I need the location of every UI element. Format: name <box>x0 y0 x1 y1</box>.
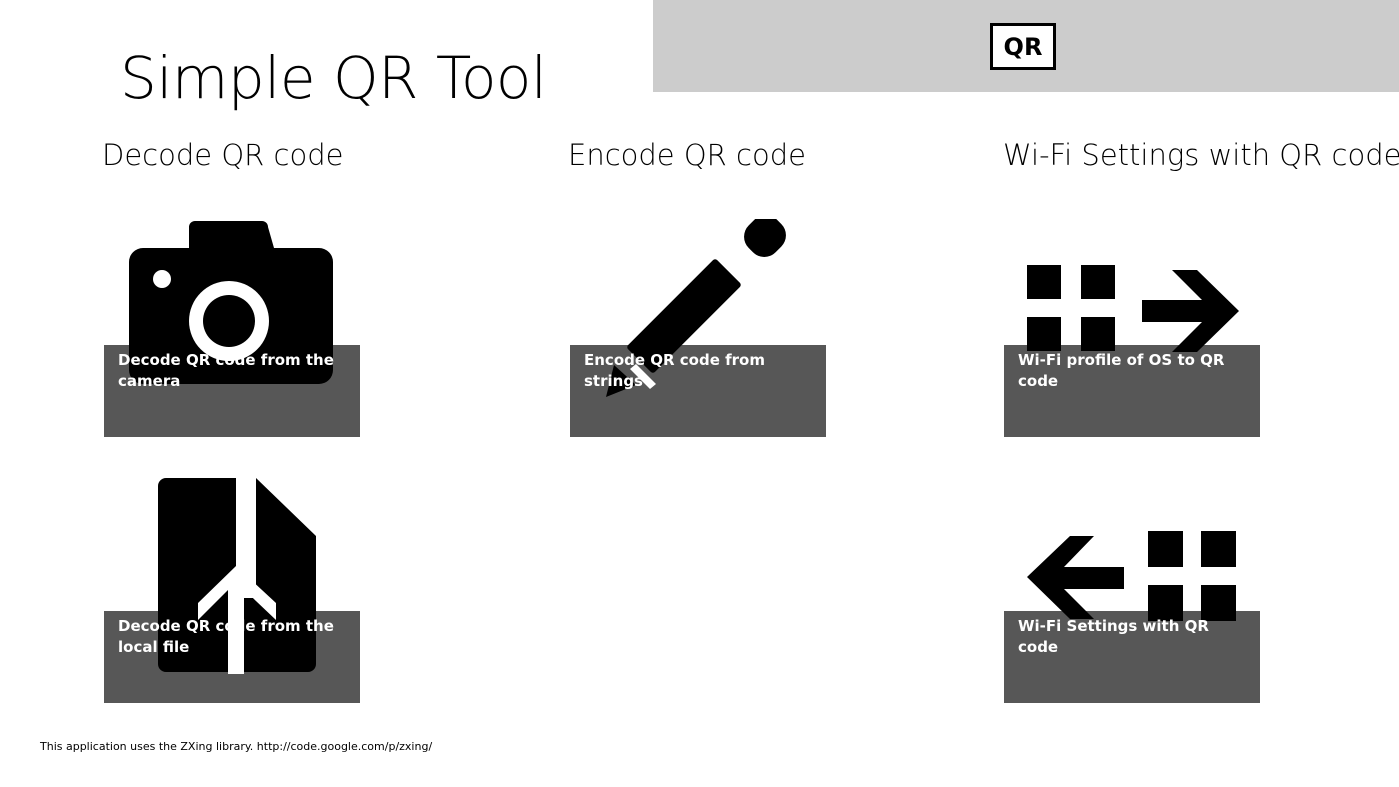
footer-credit: This application uses the ZXing library.… <box>40 740 433 753</box>
app-title: Simple QR Tool <box>120 44 547 112</box>
qr-logo-icon: QR <box>990 23 1056 70</box>
decode-camera-label: Decode QR code from the camera <box>118 351 334 390</box>
arrow-left-grid-icon <box>1027 531 1236 621</box>
grid-arrow-right-icon <box>1027 265 1239 352</box>
section-title-encode: Encode QR code <box>568 138 806 172</box>
section-title-decode: Decode QR code <box>102 138 344 172</box>
encode-strings-label: Encode QR code from strings <box>584 351 765 390</box>
qr-logo-text: QR <box>1003 32 1043 61</box>
decode-file-label: Decode QR code from the local file <box>118 617 334 656</box>
wifi-from-qr-label: Wi-Fi Settings with QR code <box>1018 617 1209 656</box>
wifi-to-qr-label: Wi-Fi profile of OS to QR code <box>1018 351 1225 390</box>
section-title-wifi: Wi-Fi Settings with QR code <box>1003 138 1399 172</box>
